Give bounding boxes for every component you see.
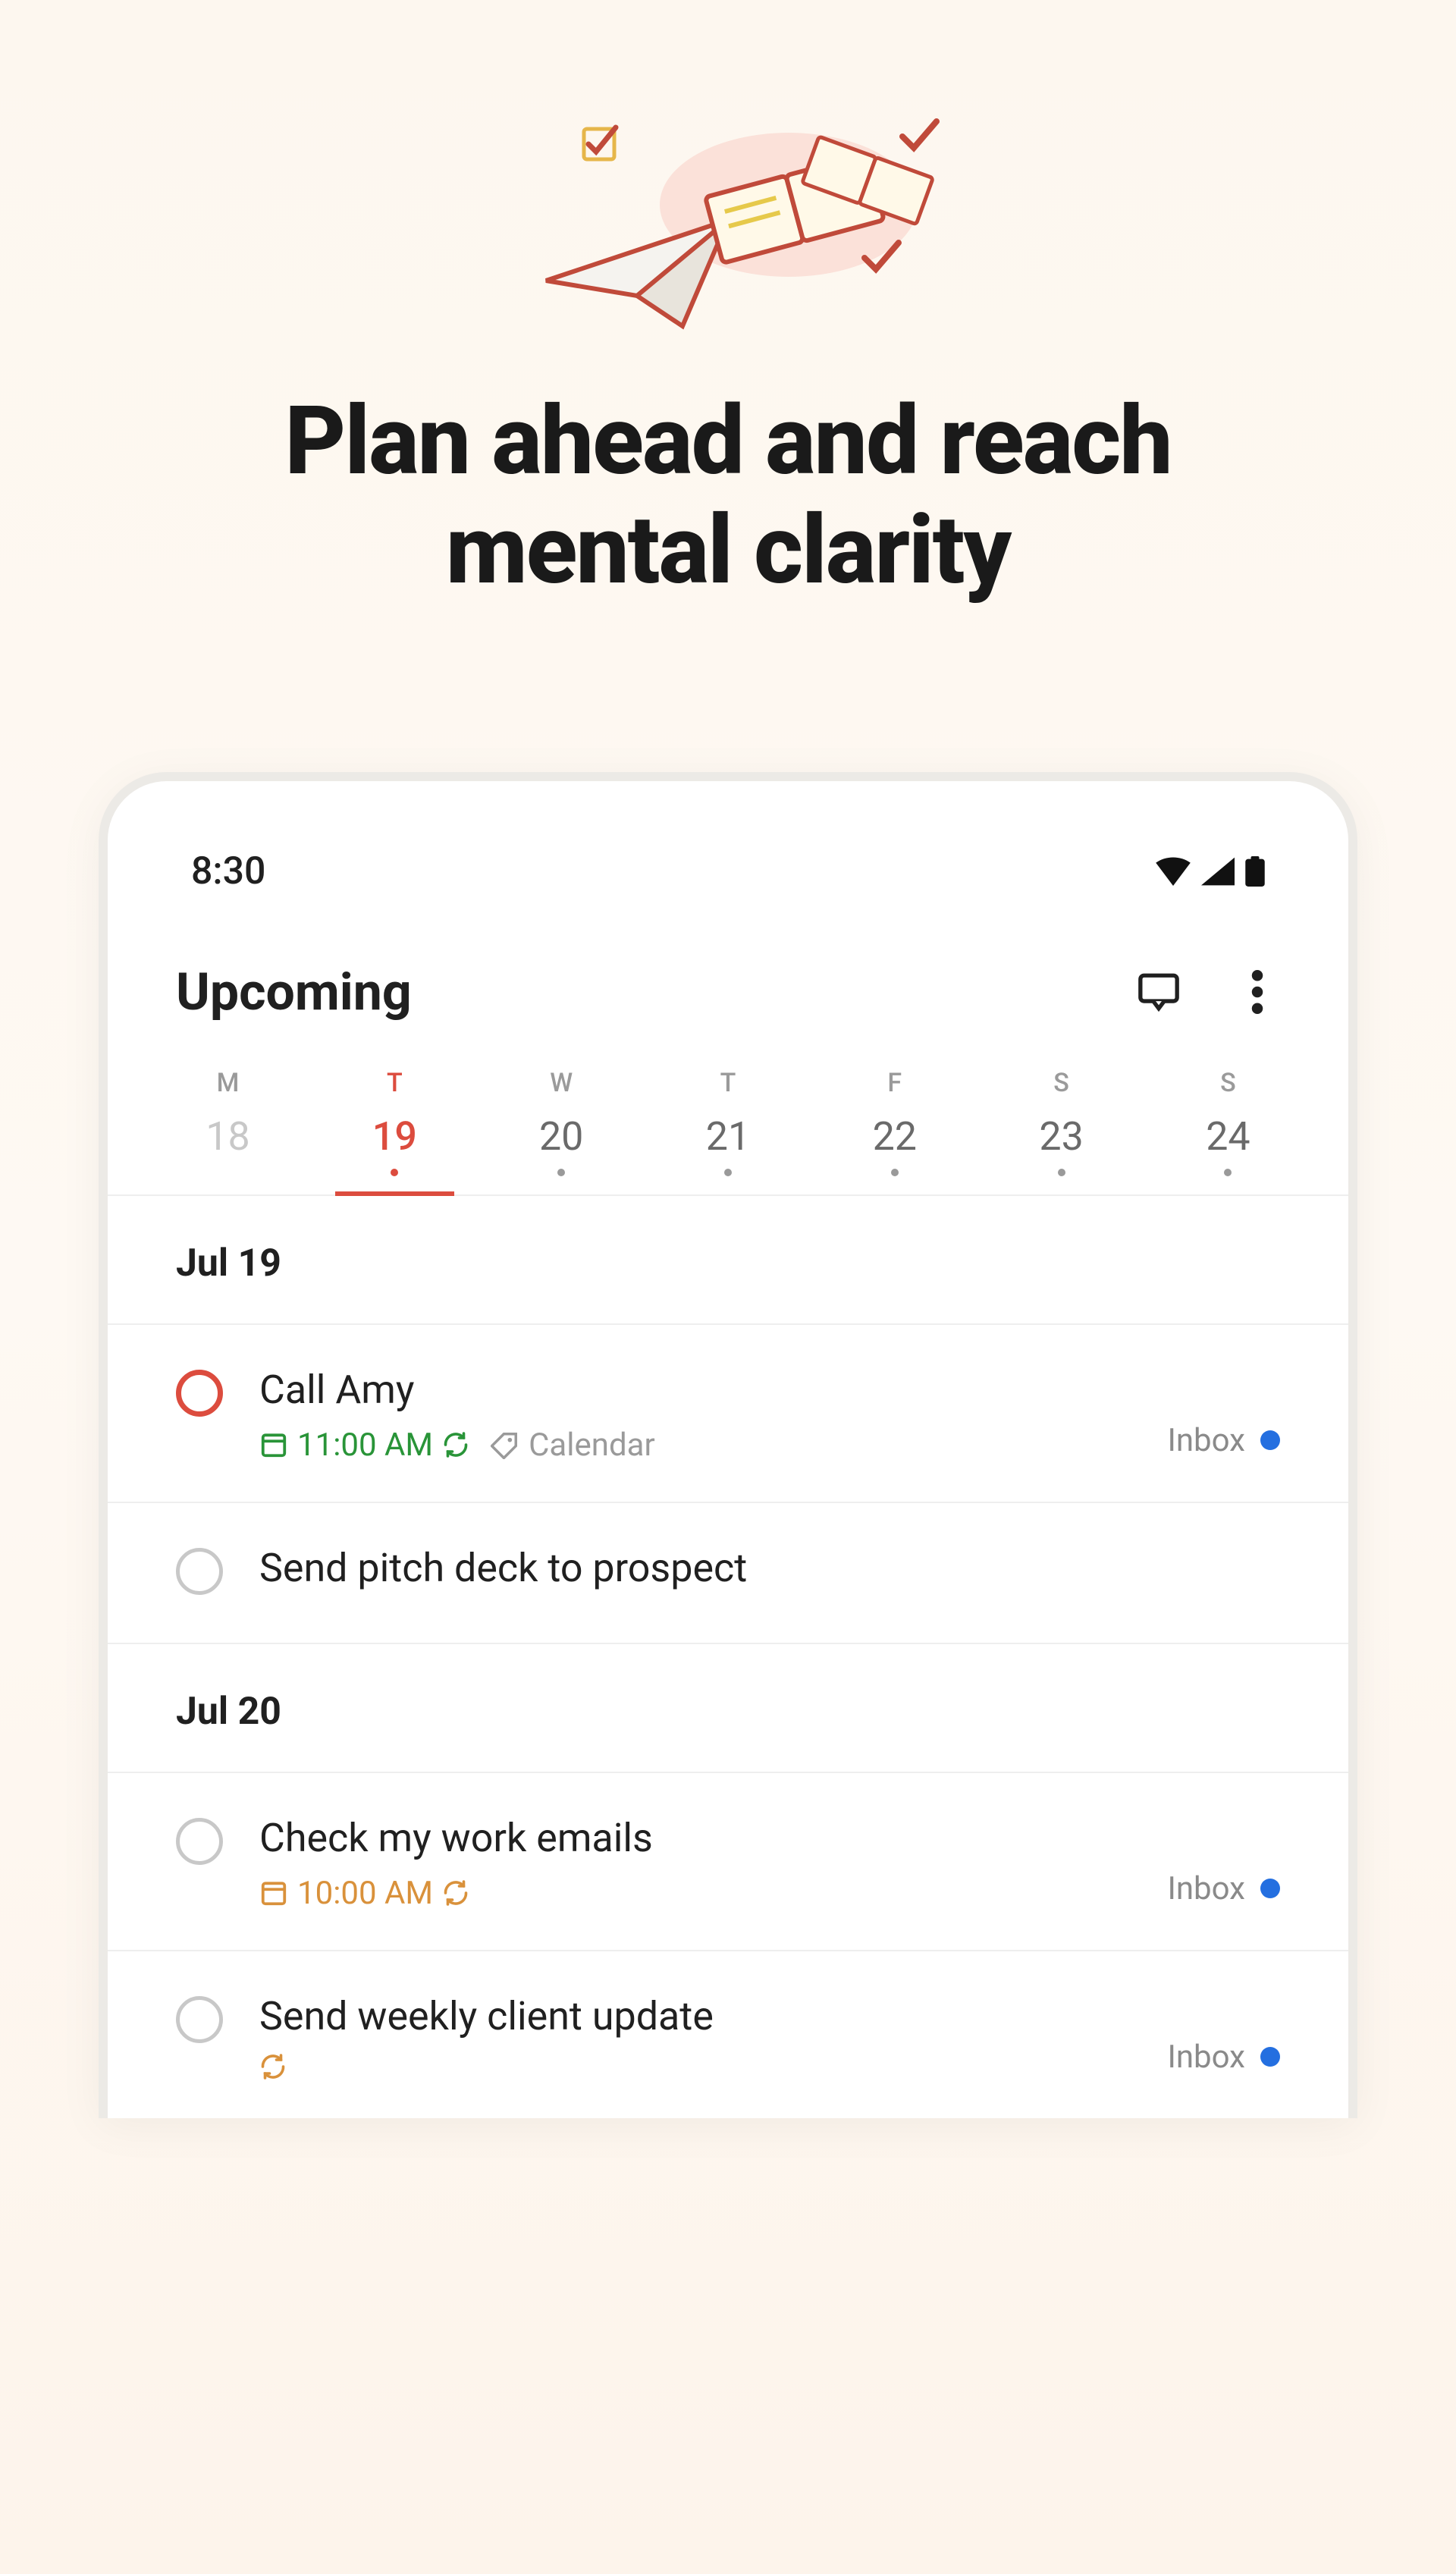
hero-heading: Plan ahead and reach mental clarity <box>284 387 1171 605</box>
day-dot <box>724 1169 732 1176</box>
section-header: Jul 20 <box>108 1644 1348 1773</box>
project-label: Inbox <box>1167 1422 1245 1459</box>
recurring-icon <box>259 2053 287 2080</box>
app-header: Upcoming <box>108 931 1348 1045</box>
task-time: 11:00 AM <box>259 1427 469 1464</box>
day-number: 23 <box>1039 1113 1083 1160</box>
task-item[interactable]: Send pitch deck to prospect <box>108 1503 1348 1644</box>
hero-heading-line1: Plan ahead and reach <box>284 385 1171 497</box>
wifi-icon <box>1156 857 1191 886</box>
task-checkbox[interactable] <box>176 1370 223 1417</box>
day-letter: M <box>217 1068 240 1098</box>
task-item[interactable]: Check my work emails 10:00 AM Inbox <box>108 1773 1348 1951</box>
day-letter: T <box>387 1068 403 1098</box>
project-label: Inbox <box>1167 2039 1245 2076</box>
comment-icon[interactable] <box>1136 969 1181 1015</box>
app-header-actions <box>1136 969 1280 1015</box>
phone-frame: 8:30 Upcoming M 18 T 19 <box>99 772 1357 2118</box>
section-header: Jul 19 <box>108 1196 1348 1325</box>
day-dot <box>391 1169 398 1176</box>
task-title: Send pitch deck to prospect <box>259 1545 1280 1591</box>
day-cell[interactable]: S 24 <box>1153 1068 1303 1194</box>
project-label: Inbox <box>1167 1870 1245 1907</box>
more-icon[interactable] <box>1235 969 1280 1015</box>
day-number: 24 <box>1206 1113 1250 1160</box>
recurring-icon <box>442 1879 469 1907</box>
task-meta: 11:00 AM Calendar <box>259 1427 1131 1464</box>
task-time: 10:00 AM <box>259 1875 469 1912</box>
status-bar: 8:30 <box>108 827 1348 931</box>
hero-illustration <box>500 106 956 364</box>
day-number: 18 <box>206 1113 249 1160</box>
task-title: Check my work emails <box>259 1815 1131 1861</box>
day-cell[interactable]: T 19 <box>320 1068 469 1194</box>
day-letter: T <box>720 1068 736 1098</box>
day-number: 22 <box>873 1113 917 1160</box>
task-project: Inbox <box>1167 1422 1280 1459</box>
task-project: Inbox <box>1167 1870 1280 1907</box>
hero-heading-line2: mental clarity <box>446 494 1011 606</box>
task-project: Inbox <box>1167 2039 1280 2076</box>
task-item[interactable]: Send weekly client update Inbox <box>108 1951 1348 2118</box>
task-checkbox[interactable] <box>176 1548 223 1595</box>
task-checkbox[interactable] <box>176 1996 223 2043</box>
status-time: 8:30 <box>191 849 265 893</box>
day-number: 19 <box>372 1113 417 1160</box>
day-dot <box>1058 1169 1065 1176</box>
task-recurring <box>259 2053 287 2080</box>
task-item[interactable]: Call Amy 11:00 AM Calendar Inbox <box>108 1325 1348 1503</box>
day-letter: F <box>887 1068 902 1098</box>
calendar-icon <box>259 1879 288 1907</box>
recurring-icon <box>442 1431 469 1458</box>
week-row: M 18 T 19 W 20 T 21 F 22 S 23 <box>108 1045 1348 1196</box>
day-dot <box>891 1169 899 1176</box>
day-letter: S <box>1220 1068 1236 1098</box>
status-icons <box>1156 856 1265 887</box>
day-letter: W <box>550 1068 573 1098</box>
project-dot <box>1260 1879 1280 1898</box>
day-dot <box>557 1169 565 1176</box>
project-dot <box>1260 2047 1280 2067</box>
task-title: Send weekly client update <box>259 1993 1131 2039</box>
day-cell[interactable]: M 18 <box>153 1068 303 1194</box>
page-title: Upcoming <box>176 962 412 1022</box>
signal-icon <box>1201 857 1235 886</box>
day-dot <box>1224 1169 1232 1176</box>
day-cell[interactable]: W 20 <box>487 1068 636 1194</box>
task-title: Call Amy <box>259 1367 1131 1413</box>
task-tag: Calendar <box>491 1427 655 1464</box>
project-dot <box>1260 1430 1280 1450</box>
day-number: 21 <box>706 1113 750 1160</box>
task-meta: 10:00 AM <box>259 1875 1131 1912</box>
task-checkbox[interactable] <box>176 1818 223 1865</box>
day-cell[interactable]: F 22 <box>820 1068 969 1194</box>
day-number: 20 <box>539 1113 583 1160</box>
task-meta <box>259 2053 1131 2080</box>
day-cell[interactable]: T 21 <box>653 1068 802 1194</box>
day-letter: S <box>1053 1068 1069 1098</box>
calendar-icon <box>259 1430 288 1459</box>
tag-icon <box>491 1430 519 1459</box>
day-cell[interactable]: S 23 <box>987 1068 1136 1194</box>
battery-icon <box>1245 856 1265 887</box>
